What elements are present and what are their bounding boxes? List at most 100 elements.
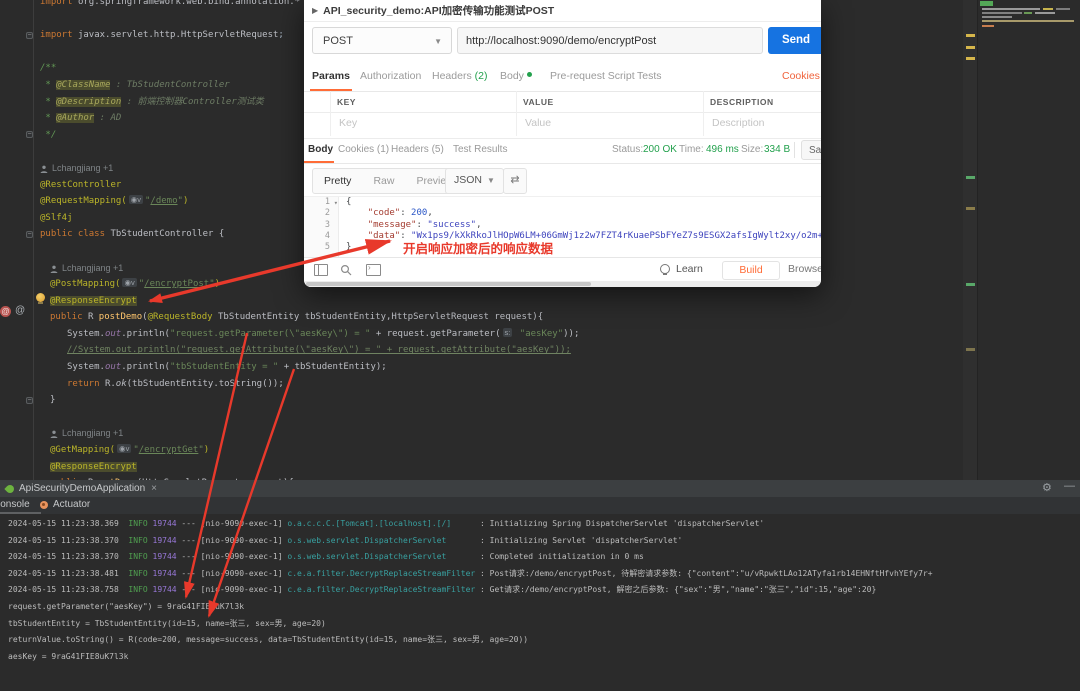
browse-button[interactable]: Browse [788, 263, 821, 275]
gear-icon[interactable]: ⚙ [1042, 481, 1052, 494]
code-segment: javax.servlet.http.HttpServletRequest [78, 30, 278, 40]
value-input[interactable] [523, 116, 677, 130]
response-tabs: Body Cookies (1) Headers (5) Test Result… [304, 138, 821, 164]
code-segment: return [67, 379, 105, 389]
tab-params[interactable]: Params [312, 70, 350, 82]
warning-stripe-mark[interactable] [966, 207, 975, 210]
log-line: 2024-05-15 11:23:38.481 INFO 19744 --- [… [8, 566, 1080, 583]
log-line: 2024-05-15 11:23:38.369 INFO 19744 --- [… [8, 516, 1080, 533]
response-tab-body[interactable]: Body [308, 144, 333, 155]
tab-actuator[interactable]: Actuator [53, 499, 90, 510]
code-segment [346, 208, 368, 218]
code-segment: )); [563, 329, 579, 339]
code-line: return R.ok(tbStudentEntity.toString()); [0, 376, 960, 393]
code-segment: import [40, 30, 78, 40]
request-titlebar[interactable]: ▶ API_security_demo:API加密传输功能测试POST [304, 0, 821, 22]
response-tab-test-results[interactable]: Test Results [453, 144, 507, 155]
code-segment: * [40, 113, 56, 123]
expander-caret-icon[interactable]: ▶ [312, 6, 318, 15]
author-icon [40, 165, 48, 173]
fold-marker-icon[interactable]: − [26, 231, 33, 238]
horizontal-scrollbar[interactable] [304, 281, 821, 287]
code-segment: } [50, 395, 55, 405]
warning-stripe-mark[interactable] [966, 46, 975, 49]
code-segment: R. [105, 379, 116, 389]
code-line: public R postDemo(@RequestBody TbStudent… [0, 309, 960, 326]
minimize-icon[interactable]: — [1064, 480, 1075, 492]
response-json-viewer[interactable]: 1▾2345 { "code": 200, "message": "succes… [304, 196, 821, 258]
code-segment: 2024-05-15 11:23:38.369 [8, 519, 128, 528]
tab-body[interactable]: Body [500, 70, 532, 82]
tab-headers[interactable]: Headers (2) [432, 70, 487, 82]
code-segment: INFO [128, 552, 147, 561]
tab-authorization[interactable]: Authorization [360, 70, 421, 82]
tab-tests[interactable]: Tests [637, 70, 662, 82]
params-header-row: KEY VALUE DESCRIPTION [304, 91, 821, 113]
log-line: request.getParameter("aesKey") = 9raG41F… [8, 599, 1080, 616]
response-tab-cookies[interactable]: Cookies (1) [338, 144, 389, 155]
view-mode-group: Pretty Raw Preview [312, 168, 466, 194]
fold-marker-icon[interactable]: − [26, 397, 33, 404]
json-line: "code": 200, [346, 208, 821, 219]
console-icon[interactable] [366, 264, 381, 276]
ok-stripe-mark[interactable] [966, 176, 975, 179]
learn-link[interactable]: Learn [676, 263, 703, 275]
code-segment: "data" [368, 231, 401, 241]
code-minimap[interactable] [980, 0, 1080, 28]
log-line: 2024-05-15 11:23:38.758 INFO 19744 --- [… [8, 582, 1080, 599]
warning-stripe-mark[interactable] [966, 348, 975, 351]
editor-scrollbar[interactable] [963, 0, 977, 480]
url-input[interactable] [457, 27, 763, 54]
pretty-button[interactable]: Pretty [313, 175, 362, 187]
format-dropdown[interactable]: JSON▼ [445, 168, 504, 194]
console-log[interactable]: 2024-05-15 11:23:38.369 INFO 19744 --- [… [8, 516, 1080, 665]
code-segment: public [50, 312, 88, 322]
code-line: } [0, 392, 960, 409]
author-icon [50, 430, 58, 438]
divider [794, 142, 795, 158]
warning-stripe-mark[interactable] [966, 57, 975, 60]
cookies-link[interactable]: Cookies [782, 70, 820, 82]
ok-stripe-mark[interactable] [966, 283, 975, 286]
fold-marker-icon[interactable]: − [26, 131, 33, 138]
code-segment: @ResponseEncrypt [50, 462, 137, 472]
response-tab-headers[interactable]: Headers (5) [391, 144, 444, 155]
author-label: Lchangjiang +1 [62, 428, 123, 438]
code-segment: INFO [128, 536, 147, 545]
close-icon[interactable]: × [151, 483, 157, 494]
request-title: API_security_demo:API加密传输功能测试POST [323, 3, 554, 18]
tab-console[interactable]: Console [0, 499, 30, 510]
run-tab[interactable]: ApiSecurityDemoApplication × [0, 480, 163, 497]
intention-bulb-icon[interactable] [36, 293, 45, 302]
search-icon[interactable] [340, 264, 352, 279]
code-segment: @RequestMapping( [40, 196, 127, 206]
code-segment: aesKey = 9raG41FIE8uK7l3k [8, 652, 128, 661]
code-segment: : AD [94, 113, 121, 123]
code-segment: "request.getParameter(\"aesKey\") = " [170, 329, 370, 339]
description-input[interactable] [710, 116, 821, 130]
col-key: KEY [337, 97, 356, 107]
warning-stripe-mark[interactable] [966, 34, 975, 37]
build-button[interactable]: Build [722, 261, 780, 280]
tab-pre-request[interactable]: Pre-request Script [550, 70, 635, 82]
postman-window: ▶ API_security_demo:API加密传输功能测试POST POST… [304, 0, 821, 287]
key-input[interactable] [337, 116, 491, 130]
scrollbar-thumb[interactable] [306, 282, 591, 286]
send-button[interactable]: Send [768, 27, 821, 54]
code-segment: TbStudentController { [110, 229, 224, 239]
launchpad-icon[interactable] [314, 264, 328, 276]
code-segment: : 前端控制器Controller测试类 [121, 97, 263, 107]
raw-button[interactable]: Raw [362, 175, 405, 187]
code-segment: + tbStudentEntity); [278, 362, 386, 372]
code-segment: org.springframework.web.bind.annotation.… [78, 0, 300, 7]
code-segment: System. [67, 329, 105, 339]
json-line: "message": "success", [346, 220, 821, 231]
fold-marker-icon[interactable]: − [26, 32, 33, 39]
code-line: System.out.println("request.getParameter… [0, 326, 960, 343]
annotation-gutter-icon[interactable]: @ [0, 306, 11, 317]
save-response-button[interactable]: Sav [801, 140, 821, 160]
wrap-lines-icon[interactable]: ⇄ [503, 168, 527, 194]
code-segment: @PostMapping( [50, 279, 120, 289]
method-dropdown[interactable]: POST ▼ [312, 27, 452, 54]
inlay-hint-icon: ◉v [122, 278, 136, 287]
